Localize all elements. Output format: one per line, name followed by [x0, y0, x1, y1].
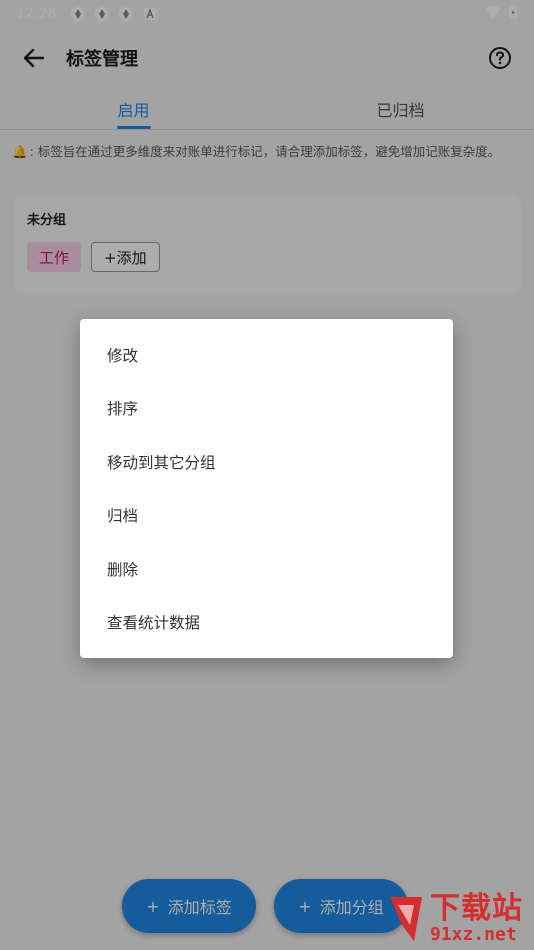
menu-item-archive[interactable]: 归档 — [80, 489, 453, 543]
watermark-text: 下载站 91xz.net — [430, 894, 523, 944]
watermark-logo-icon — [390, 897, 422, 941]
watermark: 下载站 91xz.net — [384, 888, 534, 950]
menu-item-delete[interactable]: 删除 — [80, 542, 453, 596]
context-menu: 修改 排序 移动到其它分组 归档 删除 查看统计数据 — [80, 319, 453, 658]
watermark-en: 91xz.net — [430, 924, 517, 945]
menu-item-move-group[interactable]: 移动到其它分组 — [80, 435, 453, 489]
watermark-cn: 下载站 — [430, 891, 523, 926]
menu-item-sort[interactable]: 排序 — [80, 382, 453, 436]
menu-item-edit[interactable]: 修改 — [80, 328, 453, 382]
menu-item-view-stats[interactable]: 查看统计数据 — [80, 596, 453, 650]
